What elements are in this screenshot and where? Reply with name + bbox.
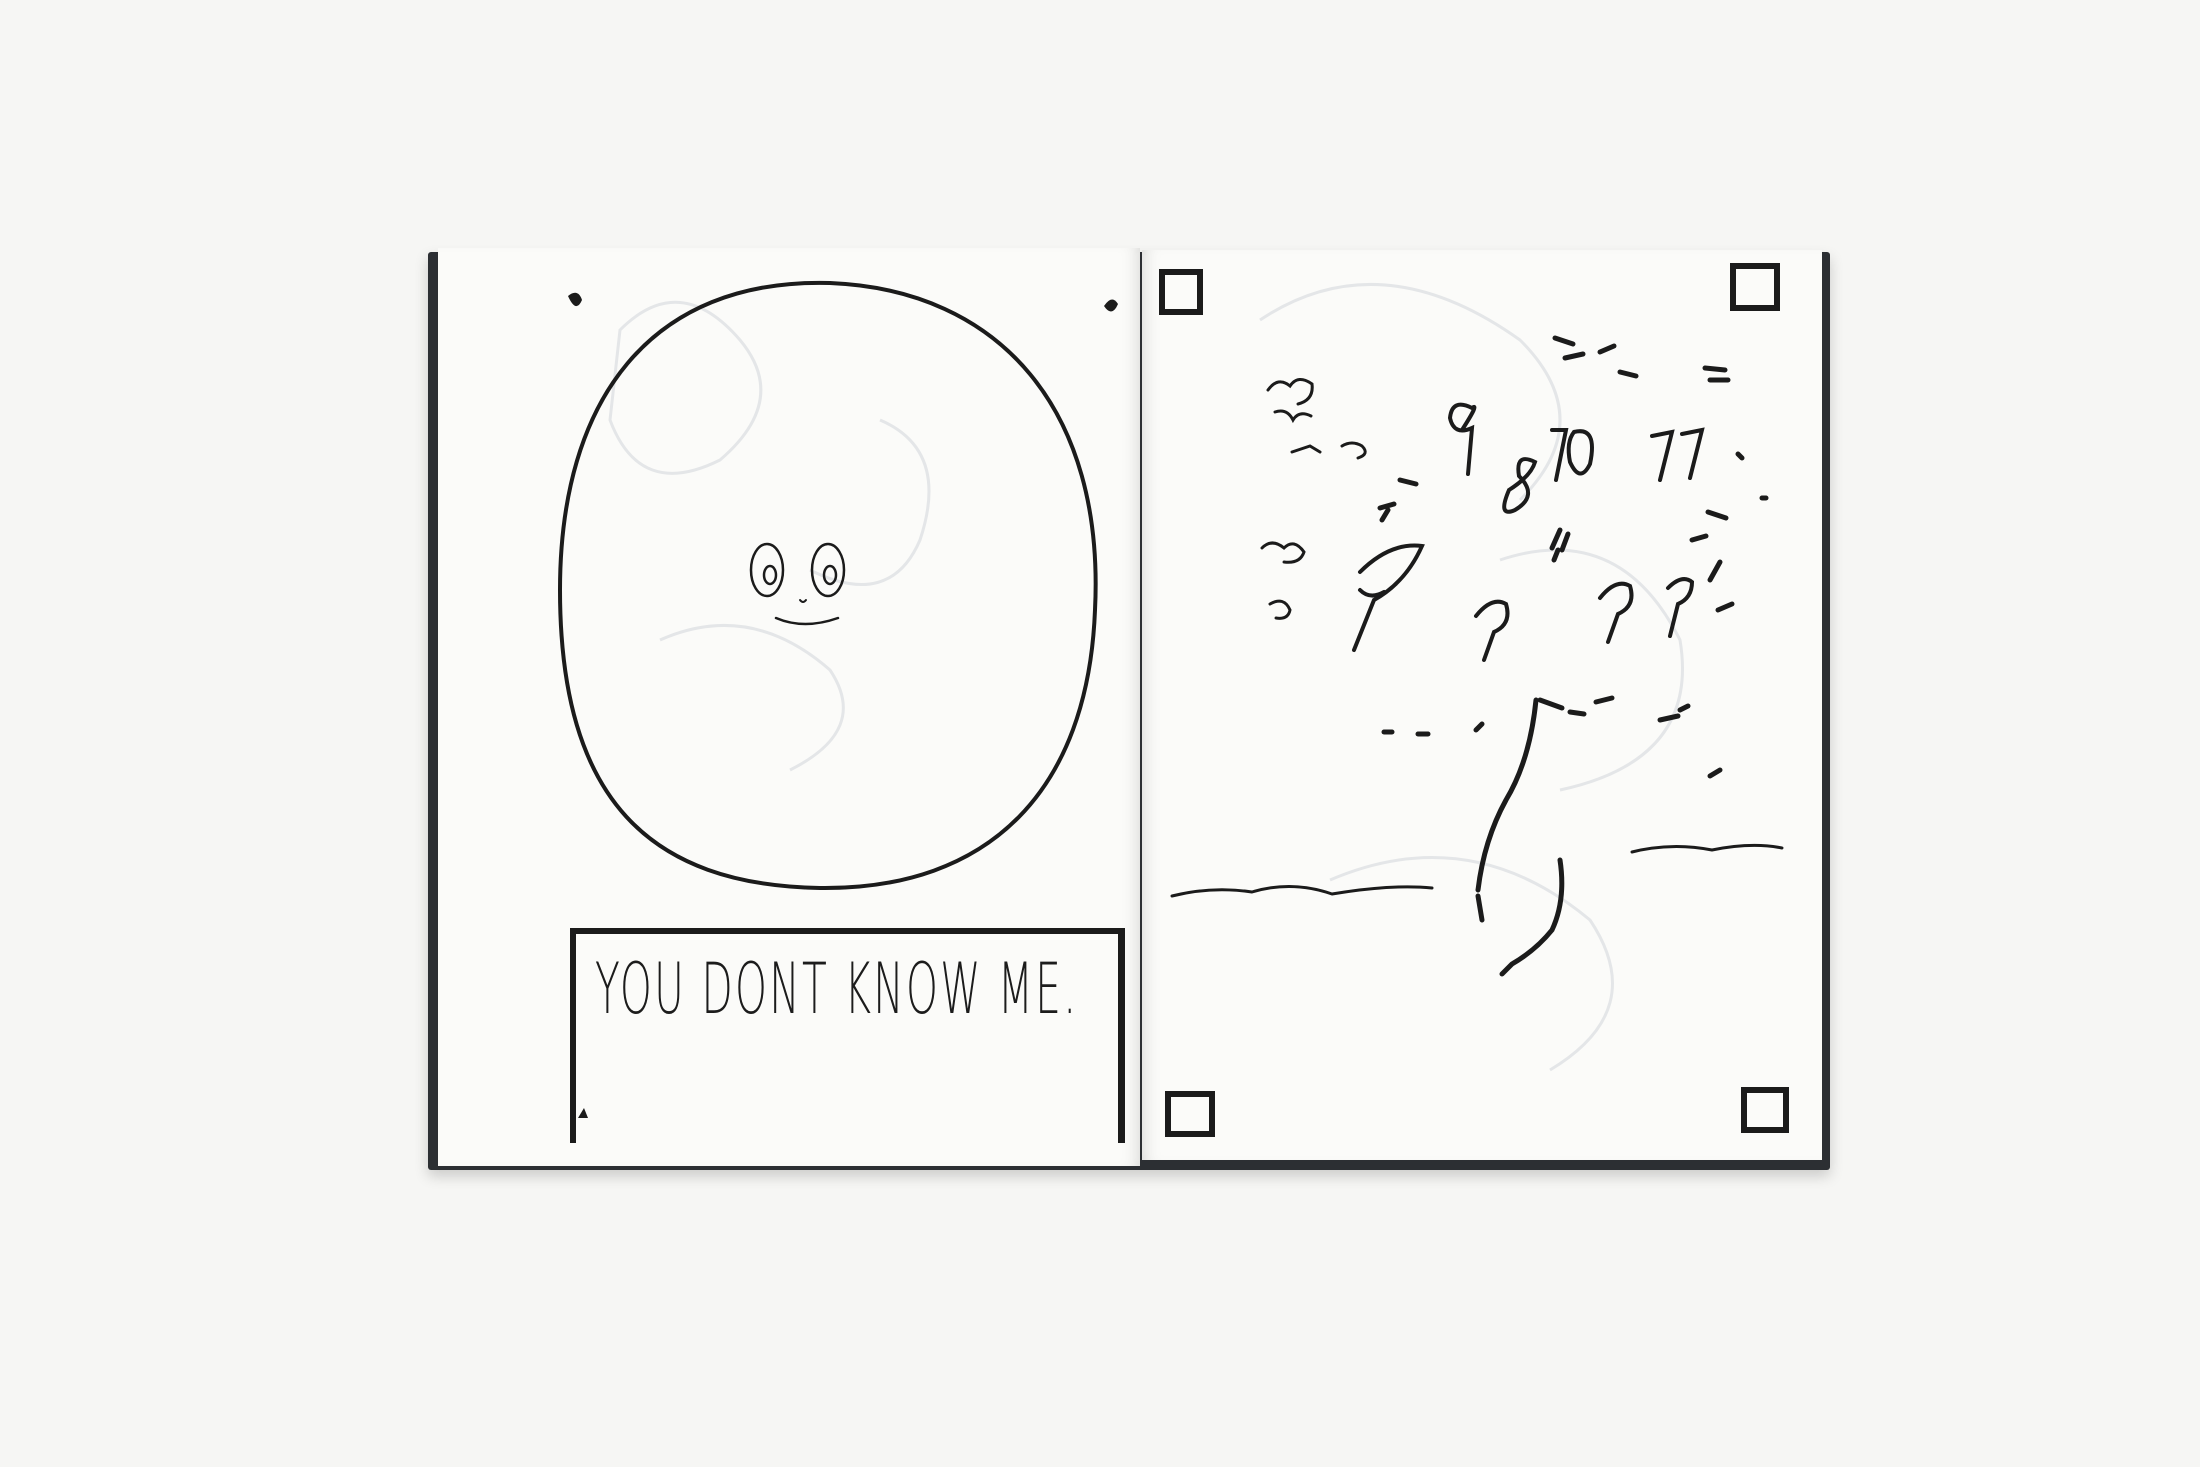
smile (774, 616, 840, 626)
corner-square-top-right (1730, 263, 1780, 311)
photo-scene: YOU DONT KNOW ME. (0, 0, 2200, 1467)
digit-11 (1650, 427, 1705, 482)
clouds (1260, 378, 1367, 620)
ink-drawing (557, 263, 1789, 1137)
corner-square-bottom-right (1741, 1087, 1789, 1133)
hand-drawn-numbers (1447, 402, 1705, 514)
right-page-ink (1170, 335, 1784, 977)
left-page-ink (557, 280, 1098, 891)
big-circle (557, 280, 1098, 891)
left-pupil (762, 564, 778, 586)
corner-square-bottom-left (1165, 1091, 1215, 1137)
digit-8 (1502, 457, 1538, 514)
right-eye (810, 542, 846, 598)
nose (799, 599, 807, 603)
digit-9 (1447, 402, 1477, 476)
caption-text: YOU DONT KNOW ME. (595, 948, 1079, 1030)
ink-blot (568, 292, 582, 307)
dashes (1377, 335, 1769, 779)
ink-blot (1104, 299, 1118, 312)
corner-square-top-left (1159, 269, 1203, 315)
left-eye (749, 542, 785, 598)
corner-squares (1159, 263, 1789, 1137)
tree-trunk (1475, 697, 1565, 977)
leaves (1352, 543, 1695, 662)
right-pupil (822, 564, 838, 586)
